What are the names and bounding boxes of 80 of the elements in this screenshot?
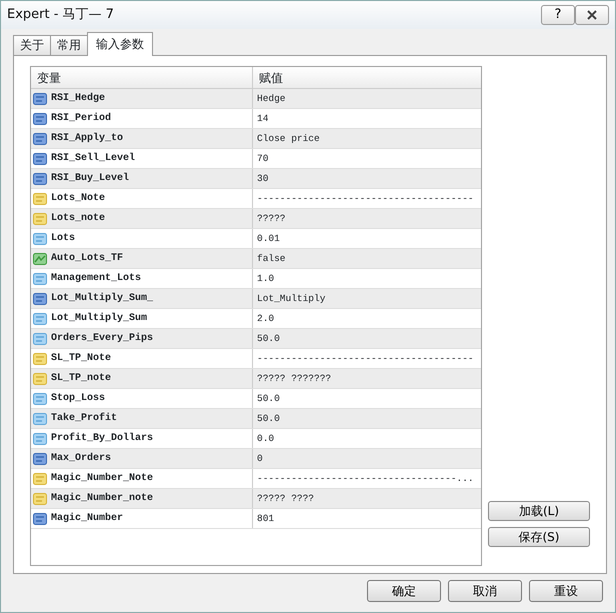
dialog-button[interactable]: 取消 [448, 580, 522, 602]
side-button[interactable]: 加载(L) [488, 501, 590, 522]
variable-type-icon [33, 192, 47, 205]
parameter-value[interactable]: Hedge [253, 89, 290, 108]
parameter-name: Max_Orders [51, 452, 112, 466]
variable-type-icon [33, 512, 47, 525]
parameter-value[interactable]: false [253, 249, 290, 268]
column-header: 赋值 [258, 70, 284, 88]
parameter-name: RSI_Buy_Level [51, 172, 130, 186]
parameter-value[interactable]: 0.0 [253, 429, 278, 448]
parameter-name: Take_Profit [51, 412, 118, 426]
variable-type-icon [33, 172, 47, 185]
variable-type-icon [33, 372, 47, 385]
variable-type-icon [33, 452, 47, 465]
side-button[interactable]: 保存(S) [488, 527, 590, 548]
parameter-name: SL_TP_note [51, 372, 112, 386]
parameter-name: RSI_Hedge [51, 92, 106, 106]
parameter-name: Magic_Number [51, 512, 124, 526]
column-header: 变量 [31, 67, 253, 88]
tab[interactable]: 常用 [50, 35, 88, 56]
variable-type-icon [33, 132, 47, 145]
variable-type-icon [33, 412, 47, 425]
parameter-name: Lots [51, 232, 76, 246]
dialog-button[interactable]: 确定 [367, 580, 441, 602]
parameter-value[interactable]: 70 [253, 149, 272, 168]
parameter-name: Management_Lots [51, 272, 142, 286]
parameter-value[interactable]: 2.0 [253, 309, 278, 328]
variable-type-icon [33, 112, 47, 125]
variable-type-icon [33, 492, 47, 505]
tab[interactable]: 输入参数 [87, 32, 153, 56]
variable-type-icon [33, 92, 47, 105]
help-button[interactable]: ? [541, 5, 575, 26]
variable-type-icon [33, 432, 47, 445]
parameter-value[interactable]: 1.0 [253, 269, 278, 288]
parameter-name: RSI_Apply_to [51, 132, 124, 146]
parameter-value[interactable]: 801 [253, 509, 278, 528]
parameter-value[interactable]: -------------------------------------- [253, 349, 478, 368]
variable-type-icon [33, 332, 47, 345]
parameter-value[interactable]: 50.0 [253, 409, 284, 428]
parameter-name: Profit_By_Dollars [51, 432, 154, 446]
parameter-name: Orders_Every_Pips [51, 332, 154, 346]
variable-type-icon [33, 212, 47, 225]
parameter-value[interactable]: Lot_Multiply [253, 289, 330, 308]
parameter-value[interactable]: 50.0 [253, 389, 284, 408]
parameter-name: Lots_note [51, 212, 106, 226]
dialog-button[interactable]: 重设 [529, 580, 603, 602]
variable-type-icon [33, 352, 47, 365]
variable-type-icon [33, 312, 47, 325]
parameter-value[interactable]: Close price [253, 129, 324, 148]
parameter-name: Stop_Loss [51, 392, 106, 406]
variable-type-icon [33, 232, 47, 245]
parameter-value[interactable]: 50.0 [253, 329, 284, 348]
parameter-name: RSI_Period [51, 112, 112, 126]
parameter-value[interactable]: -------------------------------------- [253, 189, 478, 208]
parameter-name: Lot_Multiply_Sum [51, 312, 148, 326]
parameter-name: Magic_Number_note [51, 492, 154, 506]
parameter-name: Lot_Multiply_Sum_ [51, 292, 154, 306]
variable-type-icon [33, 392, 47, 405]
variable-type-icon [33, 272, 47, 285]
parameter-name: Auto_Lots_TF [51, 252, 124, 266]
parameter-value[interactable]: ????? ??????? [253, 369, 336, 388]
parameter-value[interactable]: 30 [253, 169, 272, 188]
parameter-value[interactable]: ????? ???? [253, 489, 318, 508]
parameter-value[interactable]: 0.01 [253, 229, 284, 248]
parameter-name: RSI_Sell_Level [51, 152, 136, 166]
close-button[interactable] [575, 5, 609, 26]
parameter-name: Lots_Note [51, 192, 106, 206]
variable-type-icon [33, 252, 47, 265]
variable-type-icon [33, 292, 47, 305]
close-icon [587, 10, 597, 20]
tab[interactable]: 关于 [13, 35, 51, 56]
variable-type-icon [33, 472, 47, 485]
parameter-value[interactable]: ????? [253, 209, 290, 228]
parameter-name: Magic_Number_Note [51, 472, 154, 486]
parameter-name: SL_TP_Note [51, 352, 112, 366]
window-title: Expert - 马丁— 7 [7, 6, 114, 24]
parameter-value[interactable]: -----------------------------------... [253, 469, 478, 488]
parameter-value[interactable]: 0 [253, 449, 267, 468]
parameter-value[interactable]: 14 [253, 109, 272, 128]
variable-type-icon [33, 152, 47, 165]
